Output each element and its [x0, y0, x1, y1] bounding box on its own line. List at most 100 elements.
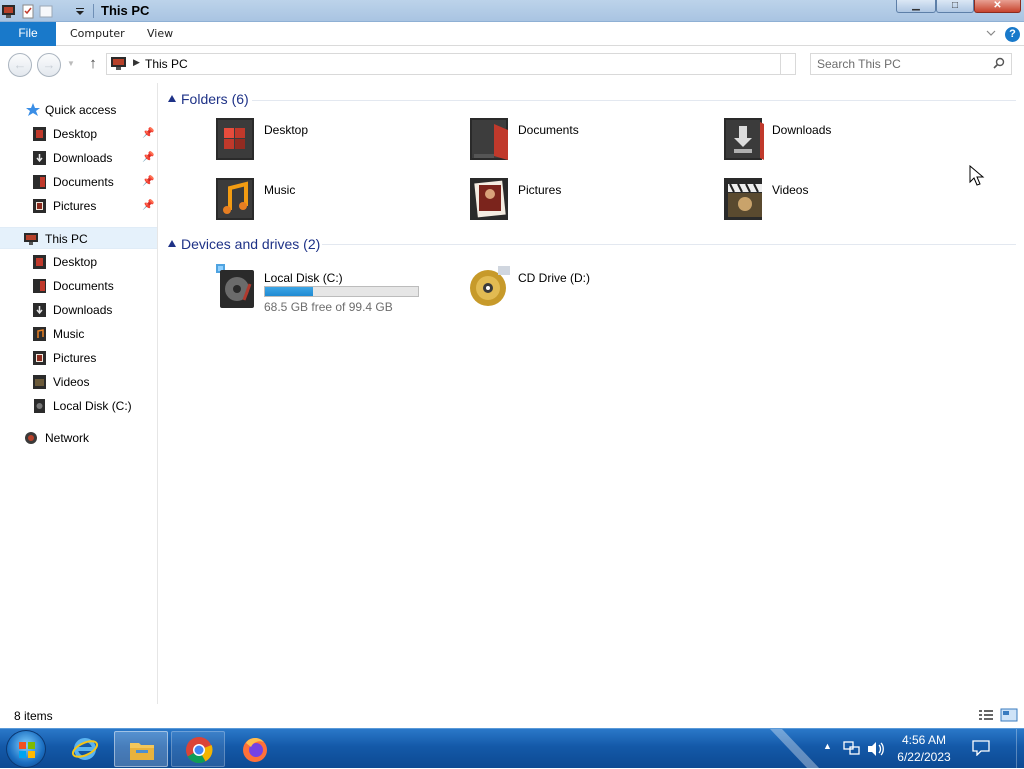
- details-view-icon[interactable]: [978, 708, 994, 722]
- clock-date[interactable]: 6/22/2023: [888, 750, 960, 764]
- nav-pc-music[interactable]: Music: [0, 323, 157, 345]
- address-bar[interactable]: ▶ This PC: [106, 53, 796, 75]
- nav-this-pc[interactable]: This PC: [0, 227, 157, 249]
- nav-quick-pictures[interactable]: Pictures 📌: [0, 195, 157, 217]
- nav-quick-downloads-label: Downloads: [53, 151, 113, 165]
- nav-pc-local-disk-label: Local Disk (C:): [53, 399, 132, 413]
- search-icon[interactable]: [993, 57, 1005, 69]
- desktop-folder-icon: [33, 127, 46, 141]
- nav-pc-downloads-label: Downloads: [53, 303, 113, 317]
- nav-pc-downloads[interactable]: Downloads: [0, 299, 157, 321]
- collapse-triangle-icon[interactable]: [168, 240, 176, 247]
- tab-computer[interactable]: Computer: [70, 22, 125, 46]
- nav-pc-desktop[interactable]: Desktop: [0, 251, 157, 273]
- folder-tile-videos[interactable]: Videos: [722, 176, 972, 232]
- folder-tile-music[interactable]: Music: [214, 176, 464, 232]
- music-folder-icon: [216, 178, 254, 220]
- documents-folder-icon: [470, 118, 508, 160]
- nav-quick-documents-label: Documents: [53, 175, 114, 189]
- nav-pc-documents[interactable]: Documents: [0, 275, 157, 297]
- breadcrumb-this-pc[interactable]: This PC: [145, 57, 188, 71]
- pin-icon[interactable]: 📌: [142, 195, 154, 217]
- nav-quick-desktop[interactable]: Desktop 📌: [0, 123, 157, 145]
- downloads-folder-icon: [33, 151, 46, 165]
- pc-app-icon[interactable]: [1, 2, 17, 20]
- action-center-icon[interactable]: [972, 740, 990, 756]
- pin-icon[interactable]: 📌: [142, 147, 154, 169]
- network-icon: [25, 432, 37, 444]
- nav-pc-desktop-label: Desktop: [53, 255, 98, 269]
- pin-icon[interactable]: 📌: [142, 123, 154, 145]
- window-title: This PC: [101, 3, 150, 18]
- explorer-window: This PC ▁ □ ✕ File Computer View ? ← → ▼…: [0, 0, 1024, 728]
- search-box[interactable]: [810, 53, 1012, 75]
- folder-tile-desktop[interactable]: Desktop: [214, 116, 464, 172]
- pictures-folder-icon: [33, 199, 46, 213]
- address-divider: [780, 54, 781, 74]
- collapse-triangle-icon[interactable]: [168, 95, 176, 102]
- forward-button[interactable]: →: [37, 53, 61, 77]
- taskbar-file-explorer[interactable]: [114, 731, 168, 767]
- volume-tray-icon[interactable]: [866, 741, 886, 757]
- navigation-bar: ← → ▼ ↑ ▶ This PC: [0, 47, 1024, 83]
- show-hidden-icons-arrow-icon[interactable]: ▲: [823, 741, 832, 751]
- navigation-pane: Quick access Desktop 📌 Downloads 📌 Docum…: [0, 83, 158, 704]
- help-button[interactable]: ?: [1005, 27, 1020, 42]
- folder-tile-documents[interactable]: Documents: [468, 116, 718, 172]
- nav-network[interactable]: Network: [0, 427, 157, 449]
- tab-view[interactable]: View: [147, 22, 173, 46]
- tab-file[interactable]: File: [0, 22, 56, 46]
- chrome-icon: [186, 737, 213, 764]
- folder-tile-pictures[interactable]: Pictures: [468, 176, 718, 232]
- close-button[interactable]: ✕: [974, 0, 1021, 13]
- folder-name: Pictures: [518, 183, 562, 197]
- show-desktop-button[interactable]: [1016, 729, 1024, 769]
- nav-quick-documents[interactable]: Documents 📌: [0, 171, 157, 193]
- drive-free-space: 68.5 GB free of 99.4 GB: [264, 300, 393, 314]
- ribbon: File Computer View ?: [0, 22, 1024, 46]
- network-tray-icon[interactable]: [843, 741, 861, 757]
- nav-pc-local-disk[interactable]: Local Disk (C:): [0, 395, 157, 417]
- nav-pc-pictures[interactable]: Pictures: [0, 347, 157, 369]
- videos-folder-icon: [724, 178, 762, 220]
- up-arrow-icon: ↑: [89, 55, 97, 72]
- new-folder-icon[interactable]: [38, 2, 54, 20]
- title-separator: [93, 4, 94, 18]
- drive-tile-cd[interactable]: CD Drive (D:): [468, 264, 718, 312]
- taskbar-chrome[interactable]: [171, 731, 225, 767]
- pin-icon[interactable]: 📌: [142, 171, 154, 193]
- drive-usage-fill: [265, 287, 313, 296]
- firefox-icon: [243, 737, 267, 762]
- search-input[interactable]: [817, 56, 987, 72]
- drive-tile-local-disk[interactable]: Local Disk (C:) 68.5 GB free of 99.4 GB: [214, 264, 464, 314]
- nav-pc-videos[interactable]: Videos: [0, 371, 157, 393]
- close-icon: ✕: [993, 0, 1002, 11]
- nav-quick-downloads[interactable]: Downloads 📌: [0, 147, 157, 169]
- nav-quick-desktop-label: Desktop: [53, 127, 98, 141]
- up-button[interactable]: ↑: [84, 55, 102, 73]
- start-button[interactable]: [6, 730, 46, 768]
- nav-this-pc-label: This PC: [45, 232, 88, 246]
- nav-network-label: Network: [45, 431, 90, 445]
- nav-quick-access[interactable]: Quick access: [0, 99, 157, 121]
- back-arrow-icon: ←: [13, 57, 27, 72]
- nav-pc-pictures-label: Pictures: [53, 351, 97, 365]
- clock-time[interactable]: 4:56 AM: [892, 733, 956, 747]
- status-bar: 8 items: [0, 704, 1024, 728]
- properties-icon[interactable]: [20, 2, 36, 20]
- customize-toolbar-chevron-icon[interactable]: [74, 2, 86, 20]
- minimize-button[interactable]: ▁: [896, 0, 936, 13]
- breadcrumb-arrow-icon[interactable]: ▶: [133, 57, 140, 68]
- recent-locations-chevron-icon[interactable]: ▼: [67, 59, 75, 68]
- maximize-button[interactable]: □: [936, 0, 974, 13]
- downloads-folder-icon: [724, 118, 764, 160]
- expand-ribbon-chevron-icon[interactable]: [985, 27, 997, 39]
- maximize-icon: □: [951, 0, 959, 11]
- taskbar-firefox[interactable]: [228, 731, 282, 767]
- mouse-cursor-icon: [969, 165, 985, 186]
- large-icons-view-icon[interactable]: [1000, 708, 1018, 722]
- folder-tile-downloads[interactable]: Downloads: [722, 116, 972, 172]
- taskbar-internet-explorer[interactable]: [58, 731, 112, 767]
- file-explorer-icon: [130, 743, 154, 760]
- back-button[interactable]: ←: [8, 53, 32, 77]
